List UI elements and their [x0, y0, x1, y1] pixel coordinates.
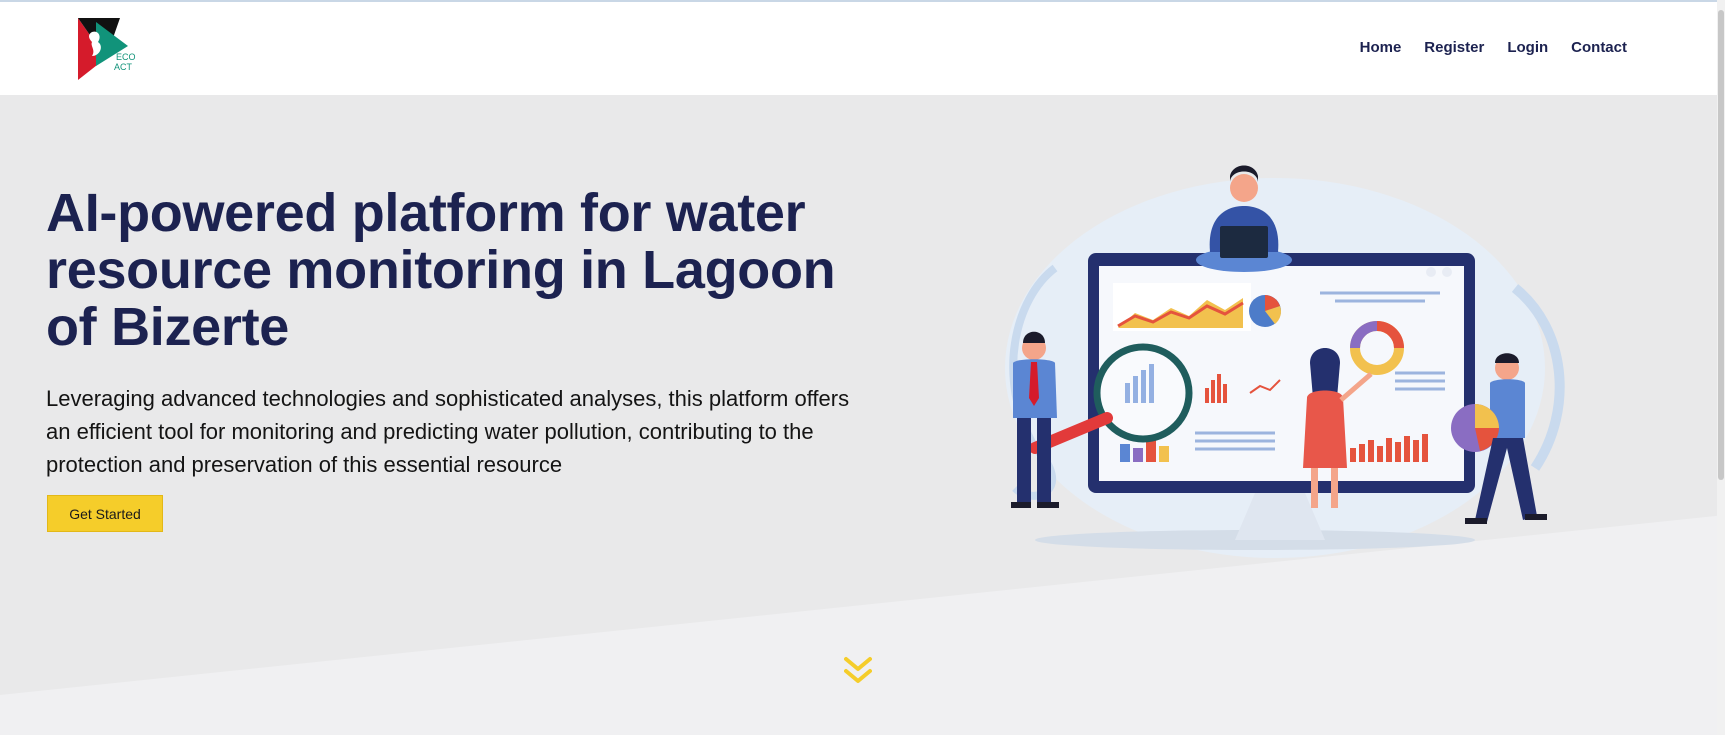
scroll-down-icon[interactable]: [844, 655, 872, 687]
magnifier-icon: [1093, 343, 1193, 443]
nav-contact[interactable]: Contact: [1571, 39, 1627, 56]
scrollbar[interactable]: [1717, 0, 1725, 735]
logo-mark: ECO ACT: [78, 18, 136, 80]
nav-home[interactable]: Home: [1360, 39, 1402, 56]
logo-text-bottom: ACT: [114, 62, 133, 72]
hero-text-block: AI-powered platform for water resource m…: [46, 185, 876, 481]
nav-register[interactable]: Register: [1424, 39, 1484, 56]
logo-text-top: ECO: [116, 52, 136, 62]
scrollbar-thumb[interactable]: [1718, 10, 1724, 480]
main-nav: Home Register Login Contact: [1360, 39, 1627, 56]
site-header: ECO ACT Home Register Login Contact: [0, 2, 1725, 95]
get-started-button[interactable]: Get Started: [47, 495, 163, 532]
nav-login[interactable]: Login: [1507, 39, 1548, 56]
analytics-illustration: [1005, 165, 1565, 558]
site-logo[interactable]: ECO ACT: [76, 16, 148, 82]
hero-title: AI-powered platform for water resource m…: [46, 183, 836, 357]
hero-description: Leveraging advanced technologies and sop…: [46, 386, 850, 477]
